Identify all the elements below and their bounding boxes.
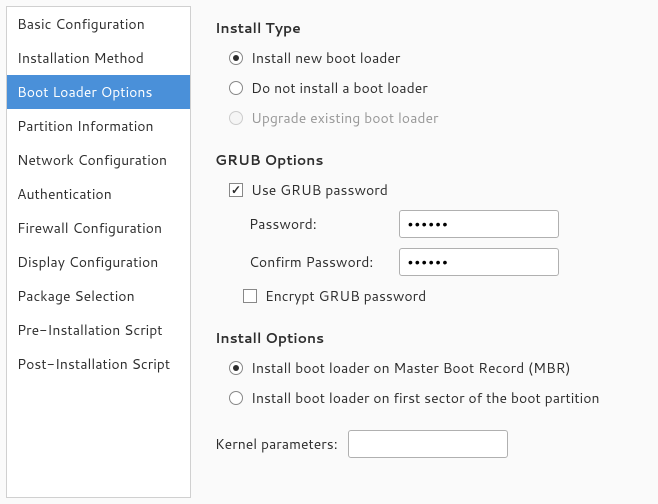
sidebar-item-firewall-configuration[interactable]: Firewall Configuration: [7, 211, 190, 245]
install-option-first-sector[interactable]: Install boot loader on first sector of t…: [215, 388, 638, 408]
radio-icon: [229, 111, 243, 125]
sidebar-item-pre-installation-script[interactable]: Pre-Installation Script: [7, 313, 190, 347]
grub-options-title: GRUB Options: [215, 150, 638, 170]
radio-label: Do not install a boot loader: [251, 78, 428, 98]
sidebar-item-partition-information[interactable]: Partition Information: [7, 109, 190, 143]
kernel-parameters-input[interactable]: [348, 430, 508, 458]
encrypt-grub-password-option[interactable]: Encrypt GRUB password: [215, 286, 638, 306]
install-type-title: Install Type: [215, 18, 638, 38]
grub-options-section: GRUB Options Use GRUB password Password:…: [215, 150, 638, 306]
install-type-section: Install Type Install new boot loader Do …: [215, 18, 638, 128]
radio-label: Install new boot loader: [251, 48, 400, 68]
sidebar-item-package-selection[interactable]: Package Selection: [7, 279, 190, 313]
sidebar-item-display-configuration[interactable]: Display Configuration: [7, 245, 190, 279]
kernel-parameters-row: Kernel parameters:: [215, 430, 638, 458]
sidebar-item-boot-loader-options[interactable]: Boot Loader Options: [7, 75, 190, 109]
radio-icon[interactable]: [229, 361, 243, 375]
main-panel: Install Type Install new boot loader Do …: [191, 0, 658, 504]
checkbox-icon[interactable]: [243, 289, 257, 303]
install-options-section: Install Options Install boot loader on M…: [215, 328, 638, 408]
password-input[interactable]: [399, 210, 559, 238]
radio-icon[interactable]: [229, 51, 243, 65]
checkbox-icon[interactable]: [229, 183, 243, 197]
kernel-parameters-label: Kernel parameters:: [215, 434, 338, 454]
radio-label: Install boot loader on first sector of t…: [251, 388, 600, 408]
install-option-mbr[interactable]: Install boot loader on Master Boot Recor…: [215, 358, 638, 378]
radio-icon[interactable]: [229, 81, 243, 95]
radio-label: Upgrade existing boot loader: [251, 108, 439, 128]
confirm-password-label: Confirm Password:: [249, 252, 399, 272]
confirm-password-row: Confirm Password:: [215, 248, 638, 276]
checkbox-label: Use GRUB password: [251, 180, 388, 200]
sidebar-item-network-configuration[interactable]: Network Configuration: [7, 143, 190, 177]
radio-icon[interactable]: [229, 391, 243, 405]
password-row: Password:: [215, 210, 638, 238]
install-type-option-none[interactable]: Do not install a boot loader: [215, 78, 638, 98]
install-type-option-new[interactable]: Install new boot loader: [215, 48, 638, 68]
radio-label: Install boot loader on Master Boot Recor…: [251, 358, 571, 378]
password-label: Password:: [249, 214, 399, 234]
sidebar-item-installation-method[interactable]: Installation Method: [7, 41, 190, 75]
sidebar-item-post-installation-script[interactable]: Post-Installation Script: [7, 347, 190, 381]
sidebar-item-authentication[interactable]: Authentication: [7, 177, 190, 211]
install-type-option-upgrade: Upgrade existing boot loader: [215, 108, 638, 128]
checkbox-label: Encrypt GRUB password: [265, 286, 426, 306]
sidebar: Basic Configuration Installation Method …: [6, 6, 191, 498]
sidebar-item-basic-configuration[interactable]: Basic Configuration: [7, 7, 190, 41]
confirm-password-input[interactable]: [399, 248, 559, 276]
use-grub-password-option[interactable]: Use GRUB password: [215, 180, 638, 200]
install-options-title: Install Options: [215, 328, 638, 348]
